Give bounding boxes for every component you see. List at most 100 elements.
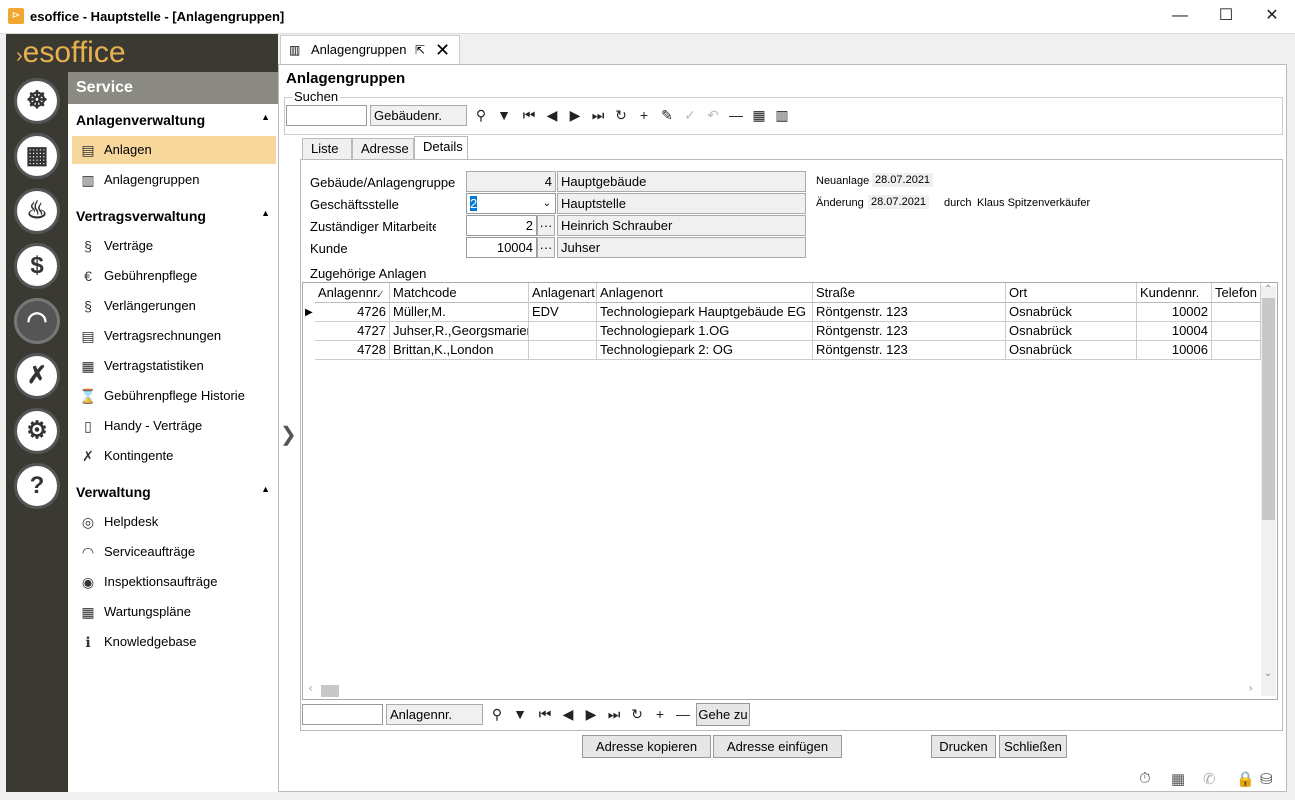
neuanlage-label: Neuanlage	[816, 175, 870, 187]
sidebar-header: Service	[68, 72, 278, 104]
last-record-icon[interactable]: ⏭	[589, 106, 607, 124]
sidebar-item-handy-vertraege[interactable]: ▯ Handy - Verträge	[72, 412, 276, 440]
popout-icon[interactable]: ⇱	[415, 36, 425, 64]
database-icon[interactable]: ⛁	[1260, 770, 1273, 788]
scroll-up-icon[interactable]: ⌃	[1264, 284, 1272, 295]
add-icon[interactable]: +	[651, 705, 669, 723]
col-anlagenart[interactable]: Anlagenart	[529, 283, 597, 303]
search-icon[interactable]: ⚲	[488, 705, 506, 723]
scroll-right-icon[interactable]: ›	[1249, 683, 1252, 694]
previous-record-icon[interactable]: ◀	[559, 705, 577, 723]
first-record-icon[interactable]: ⏮	[536, 705, 554, 723]
lock-icon[interactable]: 🔒	[1236, 770, 1255, 788]
delete-icon[interactable]: —	[727, 106, 745, 124]
col-anlagenort[interactable]: Anlagenort	[597, 283, 813, 303]
section-verwaltung[interactable]: Verwaltung ▲	[76, 484, 276, 500]
help-icon[interactable]: ?	[14, 463, 60, 509]
tools-icon[interactable]: ✗	[14, 353, 60, 399]
sidebar-item-gebuehrenpflege[interactable]: € Gebührenpflege	[72, 262, 276, 290]
paste-address-button[interactable]: Adresse einfügen	[713, 735, 842, 758]
current-row-icon: ▶	[305, 307, 313, 318]
add-icon[interactable]: +	[635, 106, 653, 124]
phone-status-icon[interactable]: ✆	[1203, 770, 1216, 788]
sidebar-item-wartungsplaene[interactable]: ▦ Wartungspläne	[72, 598, 276, 626]
col-ort[interactable]: Ort	[1006, 283, 1137, 303]
copy-address-button[interactable]: Adresse kopieren	[582, 735, 711, 758]
close-window-button[interactable]: ✕	[1249, 0, 1295, 32]
sidebar-item-vertragstatistiken[interactable]: ▦ Vertragstatistiken	[72, 352, 276, 380]
mitarbeiter-lookup-button[interactable]: ···	[537, 215, 555, 236]
col-matchcode[interactable]: Matchcode	[390, 283, 529, 303]
section-anlagenverwaltung[interactable]: Anlagenverwaltung ▲	[76, 112, 276, 128]
gebaeude-number-field[interactable]: 4	[466, 171, 556, 192]
search-input[interactable]	[286, 105, 367, 126]
refresh-icon[interactable]: ↻	[612, 106, 630, 124]
sidebar-item-knowledgebase[interactable]: ℹ Knowledgebase	[72, 628, 276, 656]
alarm-icon[interactable]: ♨	[14, 188, 60, 234]
sidebar-item-serviceauftraege[interactable]: ◠ Serviceaufträge	[72, 538, 276, 566]
app-logo: ›esoffice	[6, 34, 278, 72]
next-record-icon[interactable]: ▶	[582, 705, 600, 723]
col-anlagennr[interactable]: Anlagennr.∕	[315, 283, 390, 303]
headset-icon[interactable]: ◠	[14, 298, 60, 344]
import-icon[interactable]: ▥	[773, 106, 791, 124]
goto-button[interactable]: Gehe zu	[696, 703, 750, 726]
stopwatch-icon[interactable]: ⏱	[1139, 770, 1151, 787]
grid-search-input[interactable]	[302, 704, 383, 725]
mitarbeiter-number-field[interactable]: 2	[466, 215, 537, 236]
delete-icon[interactable]: —	[674, 705, 692, 723]
sidebar-item-anlagen[interactable]: ▤ Anlagen	[72, 136, 276, 164]
geschaeftsstelle-select[interactable]: 2 ⌄	[466, 193, 556, 214]
invoice-icon: ▤	[81, 328, 95, 344]
export-icon[interactable]: ▦	[750, 106, 768, 124]
sidebar-item-helpdesk[interactable]: ◎ Helpdesk	[72, 508, 276, 536]
col-strasse[interactable]: Straße	[813, 283, 1006, 303]
print-button[interactable]: Drucken	[931, 735, 996, 758]
sidebar-item-inspektionsauftraege[interactable]: ◉ Inspektionsaufträge	[72, 568, 276, 596]
search-field-select[interactable]: Gebäudenr.	[370, 105, 467, 126]
first-record-icon[interactable]: ⏮	[520, 106, 538, 124]
kunde-number-field[interactable]: 10004	[466, 237, 537, 258]
calculator-icon[interactable]: ▦	[14, 133, 60, 179]
col-kundennr[interactable]: Kundennr.	[1137, 283, 1212, 303]
previous-record-icon[interactable]: ◀	[543, 106, 561, 124]
kunde-lookup-button[interactable]: ···	[537, 237, 555, 258]
grid-search-field-select[interactable]: Anlagennr.	[386, 704, 483, 725]
horizontal-scroll-thumb[interactable]	[321, 685, 339, 697]
sidebar-item-vertraege[interactable]: § Verträge	[72, 232, 276, 260]
undo-icon[interactable]: ↶	[704, 106, 722, 124]
vertical-scroll-thumb[interactable]	[1262, 298, 1275, 520]
tab-anlagengruppen[interactable]: ▥ Anlagengruppen ⇱ ✕	[280, 35, 460, 65]
tab-adresse[interactable]: Adresse	[352, 138, 414, 160]
search-icon[interactable]: ⚲	[472, 106, 490, 124]
scroll-left-icon[interactable]: ‹	[309, 683, 312, 694]
close-tab-icon[interactable]: ✕	[435, 36, 450, 64]
filter-icon[interactable]: ▼	[495, 106, 513, 124]
neuanlage-date: 28.07.2021	[872, 173, 934, 187]
confirm-icon[interactable]: ✓	[681, 106, 699, 124]
helm-icon[interactable]: ☸	[14, 78, 60, 124]
col-telefon[interactable]: Telefon	[1212, 283, 1261, 303]
sidebar-item-gebuehrenpflege-historie[interactable]: ⌛ Gebührenpflege Historie	[72, 382, 276, 410]
money-icon[interactable]: $	[14, 243, 60, 289]
kunde-label: Kunde	[310, 241, 348, 256]
close-button[interactable]: Schließen	[999, 735, 1067, 758]
filter-icon[interactable]: ▼	[511, 705, 529, 723]
next-record-icon[interactable]: ▶	[566, 106, 584, 124]
tab-liste[interactable]: Liste	[302, 138, 352, 160]
expand-sidebar-icon[interactable]: ❯	[280, 422, 297, 447]
sidebar-item-anlagengruppen[interactable]: ▥ Anlagengruppen	[72, 166, 276, 194]
edit-icon[interactable]: ✎	[658, 106, 676, 124]
sidebar-item-verlaengerungen[interactable]: § Verlängerungen	[72, 292, 276, 320]
maximize-button[interactable]: ☐	[1203, 0, 1249, 32]
sidebar-item-vertragsrechnungen[interactable]: ▤ Vertragsrechnungen	[72, 322, 276, 350]
sidebar-item-kontingente[interactable]: ✗ Kontingente	[72, 442, 276, 470]
minimize-button[interactable]: —	[1157, 0, 1203, 32]
scroll-down-icon[interactable]: ⌄	[1264, 668, 1272, 679]
section-vertragsverwaltung[interactable]: Vertragsverwaltung ▲	[76, 208, 276, 224]
last-record-icon[interactable]: ⏭	[605, 705, 623, 723]
tab-details[interactable]: Details	[414, 136, 468, 160]
building-status-icon[interactable]: ▦	[1171, 770, 1185, 788]
refresh-icon[interactable]: ↻	[628, 705, 646, 723]
settings-icon[interactable]: ⚙	[14, 408, 60, 454]
